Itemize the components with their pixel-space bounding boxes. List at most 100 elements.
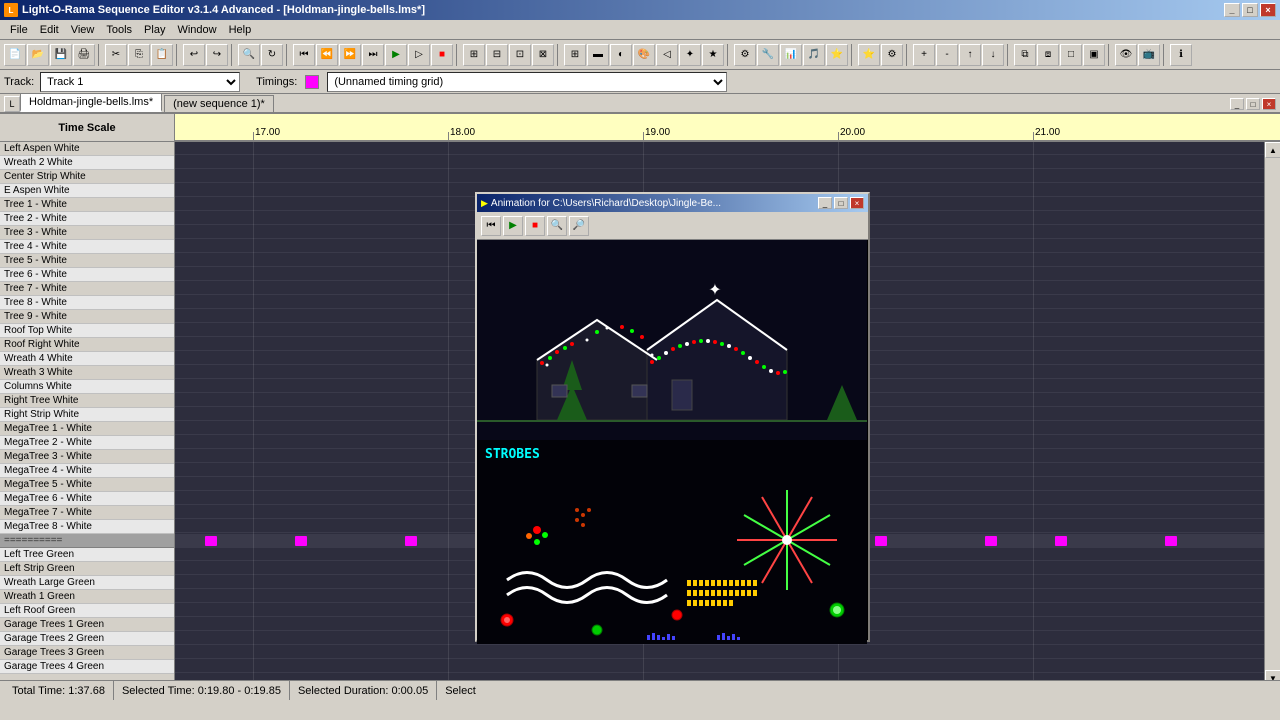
- grid-row[interactable]: [175, 156, 1264, 169]
- vertical-scrollbar[interactable]: ▲ ▼: [1264, 142, 1280, 686]
- menu-help[interactable]: Help: [223, 22, 258, 38]
- copy-button[interactable]: ⎘: [128, 44, 150, 66]
- play-back-button[interactable]: ⏮: [293, 44, 315, 66]
- list-item[interactable]: Tree 4 - White: [0, 240, 174, 254]
- list-item[interactable]: Columns White: [0, 380, 174, 394]
- anim-play-btn[interactable]: ▶: [503, 216, 523, 236]
- tool4-button[interactable]: 🎵: [803, 44, 825, 66]
- list-item[interactable]: MegaTree 2 - White: [0, 436, 174, 450]
- scroll-up-btn[interactable]: ▲: [1265, 142, 1280, 158]
- add-chan-button[interactable]: +: [913, 44, 935, 66]
- play-prev-button[interactable]: ⏪: [316, 44, 338, 66]
- list-item[interactable]: Left Strip Green: [0, 562, 174, 576]
- close-button[interactable]: ×: [1260, 3, 1276, 17]
- grid-button[interactable]: ⊞: [564, 44, 586, 66]
- seq-maximize-btn[interactable]: □: [1246, 98, 1260, 110]
- list-item[interactable]: Wreath 1 Green: [0, 590, 174, 604]
- paste-button[interactable]: 📋: [151, 44, 173, 66]
- list-item[interactable]: Wreath 2 White: [0, 156, 174, 170]
- del-chan-button[interactable]: -: [936, 44, 958, 66]
- anim-zoom-out-btn[interactable]: 🔎: [569, 216, 589, 236]
- list-item[interactable]: Left Tree Green: [0, 548, 174, 562]
- list-item[interactable]: MegaTree 7 - White: [0, 506, 174, 520]
- list-item[interactable]: MegaTree 6 - White: [0, 492, 174, 506]
- layer3-button[interactable]: □: [1060, 44, 1082, 66]
- grid-row[interactable]: [175, 170, 1264, 183]
- anim-zoom-in-btn[interactable]: 🔍: [547, 216, 567, 236]
- tool1-button[interactable]: ⚙: [734, 44, 756, 66]
- list-item[interactable]: MegaTree 4 - White: [0, 464, 174, 478]
- timings-select[interactable]: (Unnamed timing grid): [327, 72, 727, 92]
- tool3-button[interactable]: 📊: [780, 44, 802, 66]
- zoom-sel-button[interactable]: ⊡: [509, 44, 531, 66]
- play-sel-button[interactable]: ▷: [408, 44, 430, 66]
- fade-button[interactable]: ◁: [656, 44, 678, 66]
- anim-maximize-btn[interactable]: □: [834, 197, 848, 209]
- zoom-all-button[interactable]: ⊠: [532, 44, 554, 66]
- anim-stop-btn[interactable]: ■: [525, 216, 545, 236]
- info-button[interactable]: ℹ: [1170, 44, 1192, 66]
- cut-button[interactable]: ✂: [105, 44, 127, 66]
- tab-icon[interactable]: L: [4, 96, 20, 112]
- minimize-button[interactable]: _: [1224, 3, 1240, 17]
- list-item[interactable]: Tree 8 - White: [0, 296, 174, 310]
- grid-row[interactable]: [175, 142, 1264, 155]
- list-item[interactable]: Tree 5 - White: [0, 254, 174, 268]
- move-up-button[interactable]: ↑: [959, 44, 981, 66]
- star-button[interactable]: ⭐: [858, 44, 880, 66]
- list-item[interactable]: Roof Top White: [0, 324, 174, 338]
- list-item[interactable]: Tree 6 - White: [0, 268, 174, 282]
- list-item[interactable]: Garage Trees 2 Green: [0, 632, 174, 646]
- list-item[interactable]: Tree 3 - White: [0, 226, 174, 240]
- list-item[interactable]: MegaTree 5 - White: [0, 478, 174, 492]
- bar-button[interactable]: ▬: [587, 44, 609, 66]
- list-item[interactable]: MegaTree 3 - White: [0, 450, 174, 464]
- stop-button[interactable]: ■: [431, 44, 453, 66]
- tool2-button[interactable]: 🔧: [757, 44, 779, 66]
- zoom-n-button[interactable]: ⊟: [486, 44, 508, 66]
- list-item[interactable]: Wreath 3 White: [0, 366, 174, 380]
- list-item[interactable]: Garage Trees 3 Green: [0, 646, 174, 660]
- list-item[interactable]: Left Aspen White: [0, 142, 174, 156]
- save-button[interactable]: 💾: [50, 44, 72, 66]
- find-button[interactable]: 🔍: [238, 44, 260, 66]
- menu-play[interactable]: Play: [138, 22, 171, 38]
- menu-edit[interactable]: Edit: [34, 22, 65, 38]
- play-fwd-button[interactable]: ⏭: [362, 44, 384, 66]
- play-button[interactable]: ▶: [385, 44, 407, 66]
- list-item[interactable]: Garage Trees 1 Green: [0, 618, 174, 632]
- list-item[interactable]: Wreath 4 White: [0, 352, 174, 366]
- list-item[interactable]: Right Strip White: [0, 408, 174, 422]
- loop-button[interactable]: ↻: [261, 44, 283, 66]
- list-item[interactable]: Roof Right White: [0, 338, 174, 352]
- anim-close-btn[interactable]: ×: [850, 197, 864, 209]
- open-button[interactable]: 📂: [27, 44, 49, 66]
- twinkle-button[interactable]: ★: [702, 44, 724, 66]
- list-item[interactable]: Left Roof Green: [0, 604, 174, 618]
- list-item[interactable]: Tree 7 - White: [0, 282, 174, 296]
- list-item[interactable]: E Aspen White: [0, 184, 174, 198]
- track-select[interactable]: Track 1: [40, 72, 240, 92]
- move-down-button[interactable]: ↓: [982, 44, 1004, 66]
- pref-button[interactable]: ⚙: [881, 44, 903, 66]
- seq-minimize-btn[interactable]: _: [1230, 98, 1244, 110]
- list-item[interactable]: Garage Trees 4 Green: [0, 660, 174, 674]
- tool5-button[interactable]: ⭐: [826, 44, 848, 66]
- new-button[interactable]: 📄: [4, 44, 26, 66]
- menu-tools[interactable]: Tools: [100, 22, 138, 38]
- menu-file[interactable]: File: [4, 22, 34, 38]
- anim-minimize-btn[interactable]: _: [818, 197, 832, 209]
- anim-rewind-btn[interactable]: ⏮: [481, 216, 501, 236]
- redo-button[interactable]: ↪: [206, 44, 228, 66]
- list-item[interactable]: Center Strip White: [0, 170, 174, 184]
- rgb-button[interactable]: 🎨: [633, 44, 655, 66]
- menu-window[interactable]: Window: [171, 22, 222, 38]
- zoom-w-button[interactable]: ⊞: [463, 44, 485, 66]
- print-button[interactable]: 🖨: [73, 44, 95, 66]
- intensity-button[interactable]: ◐: [610, 44, 632, 66]
- grid-row[interactable]: [175, 660, 1264, 673]
- view2-button[interactable]: 📺: [1138, 44, 1160, 66]
- menu-view[interactable]: View: [65, 22, 101, 38]
- list-item[interactable]: Wreath Large Green: [0, 576, 174, 590]
- list-item[interactable]: Tree 2 - White: [0, 212, 174, 226]
